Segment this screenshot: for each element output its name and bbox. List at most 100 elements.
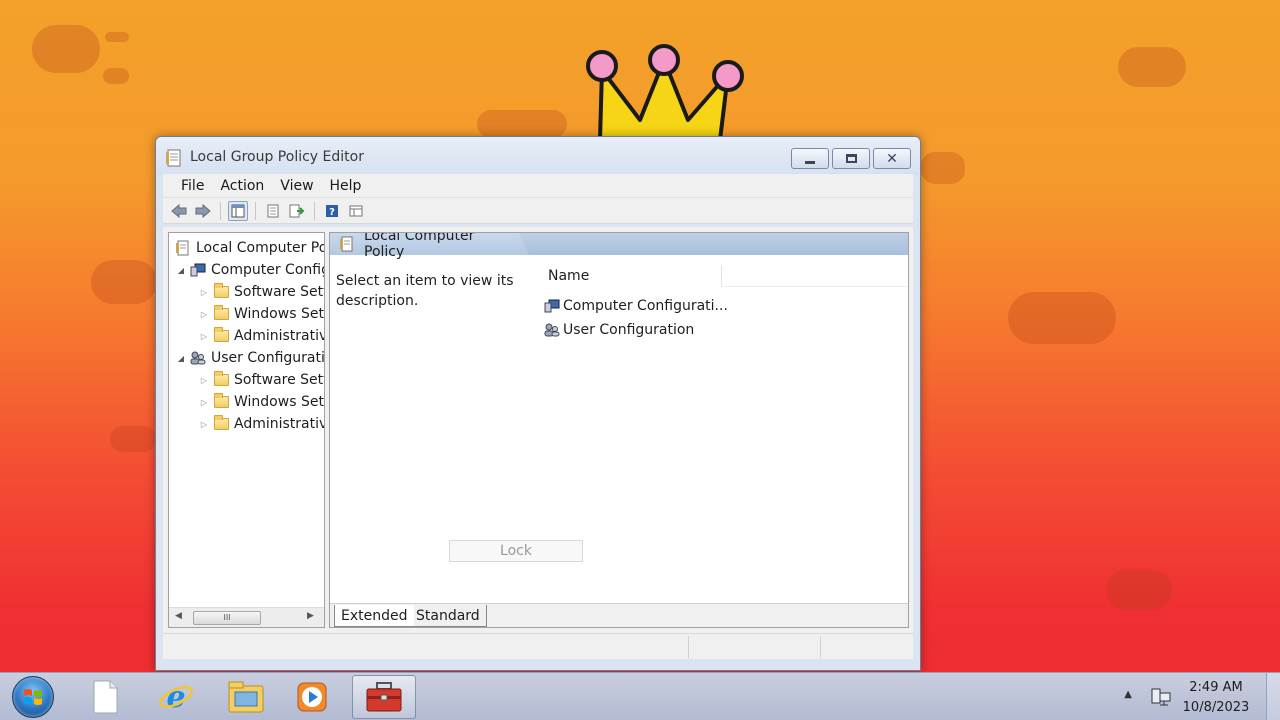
show-desktop-button[interactable]: [1266, 673, 1280, 720]
tree-item-computer-configuration[interactable]: ◢ Computer Configuration: [175, 259, 324, 281]
details-header: Local Computer Policy: [330, 233, 514, 260]
wallpaper-blob: [105, 32, 129, 42]
taskbar-notepad[interactable]: [73, 675, 137, 719]
collapse-arrow-icon[interactable]: ◢: [175, 266, 187, 275]
window-title: Local Group Policy Editor: [190, 149, 364, 165]
status-cell: [820, 636, 912, 658]
taskbar-group-policy-editor[interactable]: [352, 675, 416, 719]
content-area: Local Computer Policy ◢ Computer Configu…: [163, 227, 913, 633]
wallpaper-blob: [91, 260, 157, 304]
tree-item-administrative-templates[interactable]: ▷ Administrative Templates: [198, 325, 324, 347]
users-icon: [544, 322, 560, 338]
toolbox-icon: [366, 682, 402, 712]
file-explorer-icon: [228, 681, 264, 713]
toolbar-separator: [314, 201, 315, 220]
close-icon: ✕: [886, 150, 898, 167]
console-tree: Local Computer Policy ◢ Computer Configu…: [168, 232, 325, 628]
folder-icon: [212, 305, 230, 322]
tree-item-software-settings[interactable]: ▷ Software Settings: [198, 281, 324, 303]
list-item-user-configuration[interactable]: User Configuration: [544, 319, 694, 341]
clock[interactable]: 2:49 AM 10/8/2023: [1176, 678, 1256, 718]
policy-doc-icon: [340, 236, 354, 252]
details-header-title: Local Computer Policy: [364, 232, 475, 260]
wallpaper-blob: [1106, 570, 1172, 610]
scroll-right-icon[interactable]: ▶: [307, 611, 314, 621]
svg-text:e: e: [166, 680, 185, 715]
scrollbar-thumb[interactable]: III: [193, 611, 261, 625]
tree-item-local-computer-policy[interactable]: Local Computer Policy: [172, 237, 324, 259]
title-bar[interactable]: Local Group Policy Editor ✕: [156, 137, 920, 175]
network-icon[interactable]: [1150, 687, 1172, 711]
list-item-label: Computer Configurati...: [563, 298, 728, 314]
tab-extended[interactable]: Extended: [334, 605, 414, 627]
tree-item-label: Software Settings: [234, 284, 324, 300]
tab-standard[interactable]: Standard: [410, 605, 487, 627]
list-item-label: User Configuration: [563, 322, 695, 338]
back-icon[interactable]: [169, 201, 189, 221]
details-list: Name Computer Configurati... User Config…: [542, 259, 908, 603]
wallpaper-blob: [1118, 47, 1186, 87]
expand-arrow-icon[interactable]: ▷: [198, 420, 210, 429]
folder-icon: [212, 327, 230, 344]
show-hidden-icons-icon[interactable]: ▲: [1124, 689, 1132, 700]
computer-icon: [544, 298, 560, 314]
collapse-arrow-icon[interactable]: ◢: [175, 354, 187, 363]
status-cell: [688, 636, 820, 658]
crown-illustration: [586, 44, 744, 140]
close-button[interactable]: ✕: [873, 148, 911, 169]
minimize-button[interactable]: [791, 148, 829, 169]
notepad-icon: [93, 680, 118, 714]
tree-item-windows-settings[interactable]: ▷ Windows Settings: [198, 303, 324, 325]
internet-explorer-icon: e: [159, 680, 193, 715]
tree-item-administrative-templates[interactable]: ▷ Administrative Templates: [198, 413, 324, 435]
tree-horizontal-scrollbar[interactable]: ◀ III ▶: [169, 607, 324, 627]
tree-item-windows-settings[interactable]: ▷ Windows Settings: [198, 391, 324, 413]
export-list-icon[interactable]: [287, 201, 307, 221]
properties-icon[interactable]: [263, 201, 283, 221]
toolbar-separator: [255, 201, 256, 220]
expand-arrow-icon[interactable]: ▷: [198, 376, 210, 385]
taskbar-media-player[interactable]: [280, 675, 344, 719]
menu-action[interactable]: Action: [212, 176, 272, 196]
view-tabs: Extended Standard: [330, 603, 908, 627]
menu-bar: File Action View Help: [163, 174, 913, 198]
tree-item-software-settings[interactable]: ▷ Software Settings: [198, 369, 324, 391]
help-icon[interactable]: ?: [322, 201, 342, 221]
media-player-icon: [297, 682, 327, 712]
tree-item-label: Software Settings: [234, 372, 324, 388]
tree-item-label: Windows Settings: [234, 394, 324, 410]
tree-item-label: Administrative Templates: [234, 328, 324, 344]
show-hide-tree-icon[interactable]: [228, 200, 248, 221]
tree-item-label: Computer Configuration: [211, 262, 324, 278]
list-item-computer-configuration[interactable]: Computer Configurati...: [544, 295, 728, 317]
start-button[interactable]: [12, 676, 54, 718]
tree-item-user-configuration[interactable]: ◢ User Configuration: [175, 347, 324, 369]
view-icon[interactable]: [346, 201, 366, 221]
menu-file[interactable]: File: [173, 176, 212, 196]
taskbar-file-explorer[interactable]: [214, 675, 278, 719]
users-icon: [189, 350, 207, 366]
minimize-icon: [805, 160, 815, 164]
clock-time: 2:49 AM: [1189, 680, 1243, 695]
maximize-button[interactable]: [832, 148, 870, 169]
group-policy-window: Local Group Policy Editor ✕ File Action …: [155, 136, 921, 671]
expand-arrow-icon[interactable]: ▷: [198, 332, 210, 341]
folder-icon: [212, 371, 230, 388]
wallpaper-blob: [1008, 292, 1116, 344]
expand-arrow-icon[interactable]: ▷: [198, 288, 210, 297]
column-header-name[interactable]: Name: [542, 265, 722, 287]
folder-icon: [212, 393, 230, 410]
details-header-band: [514, 233, 908, 255]
toolbar: ?: [163, 198, 913, 224]
taskbar-internet-explorer[interactable]: e: [144, 675, 208, 719]
expand-arrow-icon[interactable]: ▷: [198, 310, 210, 319]
expand-arrow-icon[interactable]: ▷: [198, 398, 210, 407]
menu-help[interactable]: Help: [322, 176, 370, 196]
description-text: Select an item to view its description.: [336, 273, 514, 309]
forward-icon[interactable]: [193, 201, 213, 221]
svg-text:?: ?: [329, 207, 335, 218]
status-bar: [163, 633, 913, 659]
menu-view[interactable]: View: [272, 176, 321, 196]
taskbar: e ▲ 2:49 AM 10/8/2023: [0, 672, 1280, 720]
scroll-left-icon[interactable]: ◀: [175, 611, 182, 621]
